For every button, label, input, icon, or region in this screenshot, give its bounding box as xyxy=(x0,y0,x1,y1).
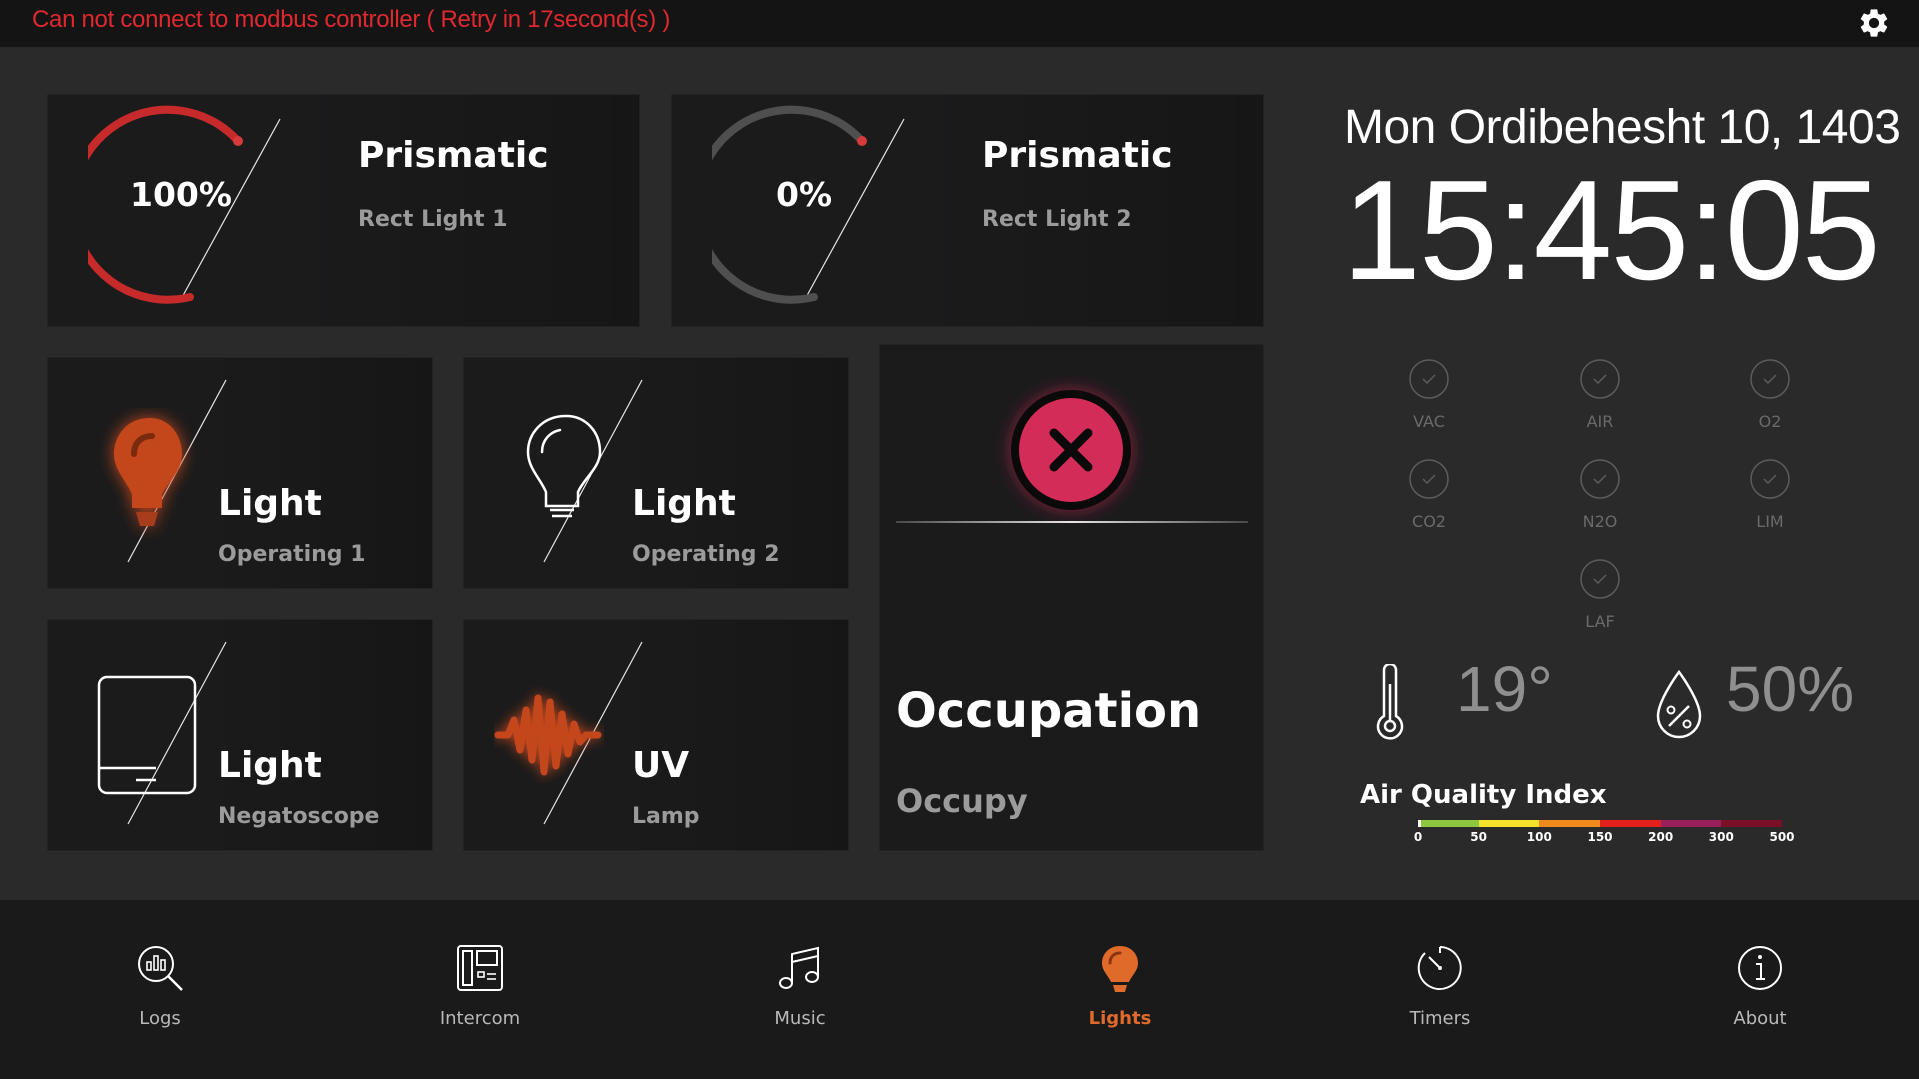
gas-status-o2: O2 xyxy=(1725,359,1815,431)
gas-status-vac: VAC xyxy=(1384,359,1474,431)
nav-timers[interactable]: Timers xyxy=(1360,940,1520,1029)
gas-label: CO2 xyxy=(1412,512,1446,531)
check-circle-icon xyxy=(1580,559,1620,599)
gas-status-n2o: N2O xyxy=(1555,459,1645,531)
gas-label: AIR xyxy=(1586,412,1614,431)
prismatic-light-card-1[interactable]: 100% Prismatic Rect Light 1 xyxy=(48,95,639,326)
aqi-tick-label: 100 xyxy=(1526,830,1552,844)
aqi-segment xyxy=(1721,820,1782,827)
logs-search-icon xyxy=(138,946,183,991)
nav-label: Logs xyxy=(139,1008,181,1029)
intercom-icon xyxy=(457,945,503,991)
nav-about[interactable]: About xyxy=(1680,940,1840,1029)
aqi-tick-label: 200 xyxy=(1648,830,1674,844)
tile-title: Light xyxy=(218,745,322,786)
gas-status-lim: LIM xyxy=(1725,459,1815,531)
tile-subtitle: Operating 1 xyxy=(218,542,366,567)
tile-title: Light xyxy=(218,483,322,524)
gas-label: N2O xyxy=(1582,512,1618,531)
aqi-segment xyxy=(1539,820,1600,827)
tile-subtitle: Negatoscope xyxy=(218,804,380,829)
close-x-icon[interactable] xyxy=(991,370,1151,530)
gauge-knob-1 xyxy=(233,136,243,146)
aqi-title: Air Quality Index xyxy=(1360,780,1607,810)
timer-icon xyxy=(1417,946,1462,990)
music-note-icon xyxy=(779,946,819,989)
clock-display: 15:45:05 xyxy=(1342,151,1881,310)
gas-label: VAC xyxy=(1413,412,1445,431)
nav-logs[interactable]: Logs xyxy=(80,940,240,1029)
light-negatoscope-tile[interactable]: Light Negatoscope xyxy=(48,620,432,850)
aqi-tick-label: 500 xyxy=(1769,830,1795,844)
card-title-2: Prismatic xyxy=(982,135,1173,176)
aqi-ticks: 0 50 100 150 200 300 500 xyxy=(1414,830,1795,846)
dimmer-level-2: 0% xyxy=(776,175,833,214)
dimmer-level-1: 100% xyxy=(130,175,232,214)
status-bar: Can not connect to modbus controller ( R… xyxy=(0,0,1919,47)
bulb-off-icon xyxy=(526,414,602,518)
gas-status-co2: CO2 xyxy=(1384,459,1474,531)
occupation-subtitle: Occupy xyxy=(896,782,1028,820)
uv-lamp-tile[interactable]: UV Lamp xyxy=(464,620,848,850)
tile-title: Light xyxy=(632,483,736,524)
settings-gear-icon[interactable] xyxy=(1857,6,1891,40)
humidity-value: 50% xyxy=(1726,653,1855,725)
aqi-segment xyxy=(1599,820,1661,827)
gas-label: LIM xyxy=(1756,512,1784,531)
check-circle-icon xyxy=(1409,359,1449,399)
aqi-segment xyxy=(1421,820,1479,827)
aqi-tick-label: 300 xyxy=(1708,830,1734,844)
aqi-segment xyxy=(1478,820,1540,827)
gas-status-laf: LAF xyxy=(1555,559,1645,631)
light-operating-2-tile[interactable]: Light Operating 2 xyxy=(464,358,848,588)
thermometer-icon xyxy=(1376,664,1404,740)
gas-label: LAF xyxy=(1585,612,1615,631)
aqi-tick-label: 0 xyxy=(1413,830,1423,844)
aqi-color-scale xyxy=(1418,820,1782,827)
check-circle-icon xyxy=(1750,359,1790,399)
card-subtitle-1: Rect Light 1 xyxy=(358,207,508,232)
occupation-divider xyxy=(896,521,1248,523)
check-circle-icon xyxy=(1580,459,1620,499)
nav-label: Timers xyxy=(1409,1008,1471,1029)
bulb-on-icon xyxy=(114,418,182,526)
nav-label: About xyxy=(1733,1008,1787,1029)
nav-label: Intercom xyxy=(439,1008,521,1029)
bottom-navigation: Logs Intercom Music Lights Timers About xyxy=(0,900,1919,1079)
check-circle-icon xyxy=(1409,459,1449,499)
card-title-1: Prismatic xyxy=(358,135,549,176)
occupation-title: Occupation xyxy=(896,683,1202,739)
tile-subtitle: Lamp xyxy=(632,804,700,829)
gas-label: O2 xyxy=(1758,412,1782,431)
card-subtitle-2: Rect Light 2 xyxy=(982,207,1132,232)
humidity-drop-icon xyxy=(1656,669,1702,739)
nav-music[interactable]: Music xyxy=(720,940,880,1029)
tile-subtitle: Operating 2 xyxy=(632,542,780,567)
bulb-icon xyxy=(1102,946,1138,992)
nav-label: Lights xyxy=(1088,1008,1152,1029)
tile-title: UV xyxy=(632,745,690,786)
occupation-card[interactable]: Occupation Occupy xyxy=(880,345,1263,850)
prismatic-light-card-2[interactable]: 0% Prismatic Rect Light 2 xyxy=(672,95,1263,326)
gas-status-air: AIR xyxy=(1555,359,1645,431)
temperature-value: 19° xyxy=(1456,653,1553,725)
aqi-segment xyxy=(1660,820,1722,827)
nav-lights[interactable]: Lights xyxy=(1040,940,1200,1029)
connection-error-message: Can not connect to modbus controller ( R… xyxy=(32,6,671,33)
nav-intercom[interactable]: Intercom xyxy=(400,940,560,1029)
aqi-tick-label: 150 xyxy=(1587,830,1613,844)
gauge-knob-2 xyxy=(857,136,867,146)
light-operating-1-tile[interactable]: Light Operating 1 xyxy=(48,358,432,588)
nav-label: Music xyxy=(774,1008,826,1029)
check-circle-icon xyxy=(1750,459,1790,499)
uv-wave-icon xyxy=(494,694,602,776)
check-circle-icon xyxy=(1580,359,1620,399)
negatoscope-icon xyxy=(97,675,197,795)
aqi-tick-label: 50 xyxy=(1470,830,1488,844)
info-icon xyxy=(1738,946,1782,990)
date-display: Mon Ordibehesht 10, 1403 xyxy=(1344,101,1901,154)
